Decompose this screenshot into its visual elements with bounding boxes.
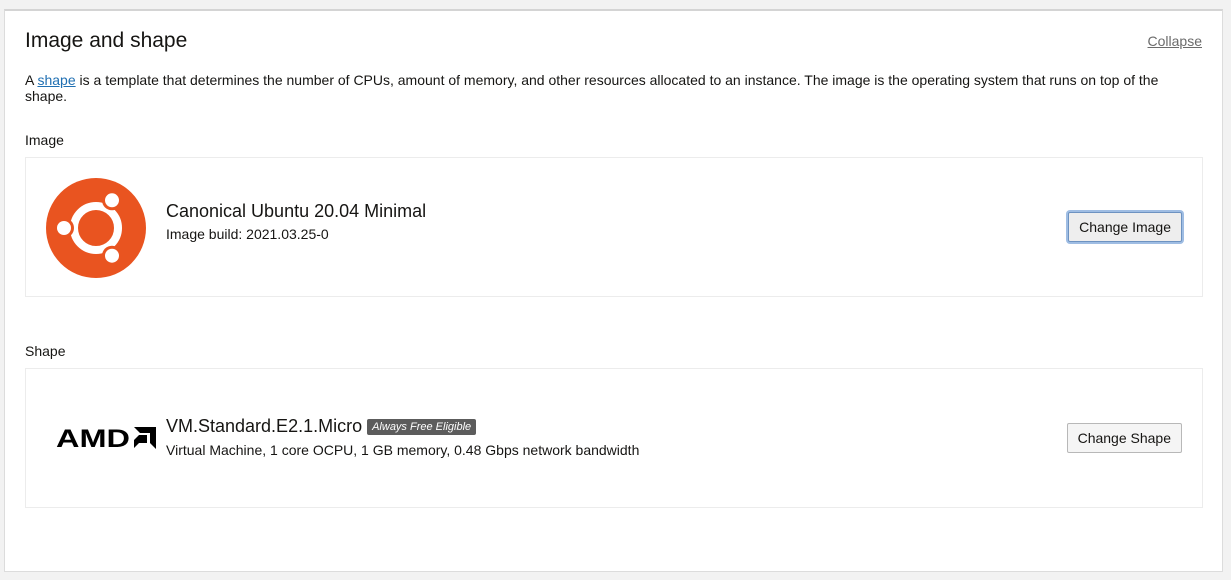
shape-label: Shape bbox=[25, 343, 66, 359]
shape-details: Virtual Machine, 1 core OCPU, 1 GB memor… bbox=[166, 442, 640, 458]
image-card: Canonical Ubuntu 20.04 Minimal Image bui… bbox=[25, 157, 1203, 297]
shape-link[interactable]: shape bbox=[37, 72, 75, 88]
description-suffix: is a template that determines the number… bbox=[25, 72, 1159, 104]
always-free-badge: Always Free Eligible bbox=[367, 419, 477, 435]
ubuntu-logo-icon bbox=[46, 178, 146, 278]
section-title: Image and shape bbox=[25, 29, 188, 52]
change-image-button[interactable]: Change Image bbox=[1068, 212, 1182, 242]
shape-card: AMD VM.Standard.E2.1.Micro Always Free El… bbox=[25, 368, 1203, 508]
section-description: A shape is a template that determines th… bbox=[25, 72, 1195, 104]
svg-text:AMD: AMD bbox=[56, 426, 130, 450]
description-prefix: A bbox=[25, 72, 38, 88]
image-label: Image bbox=[25, 132, 64, 148]
collapse-link[interactable]: Collapse bbox=[1148, 33, 1202, 49]
image-and-shape-panel: Image and shape Collapse A shape is a te… bbox=[4, 9, 1223, 572]
amd-logo-icon: AMD bbox=[56, 426, 156, 450]
image-build: Image build: 2021.03.25-0 bbox=[166, 226, 329, 242]
shape-name: VM.Standard.E2.1.Micro bbox=[166, 416, 363, 436]
image-name: Canonical Ubuntu 20.04 Minimal bbox=[166, 201, 427, 221]
change-shape-button[interactable]: Change Shape bbox=[1066, 423, 1182, 453]
shape-title-row: VM.Standard.E2.1.Micro Always Free Eligib… bbox=[166, 416, 477, 437]
